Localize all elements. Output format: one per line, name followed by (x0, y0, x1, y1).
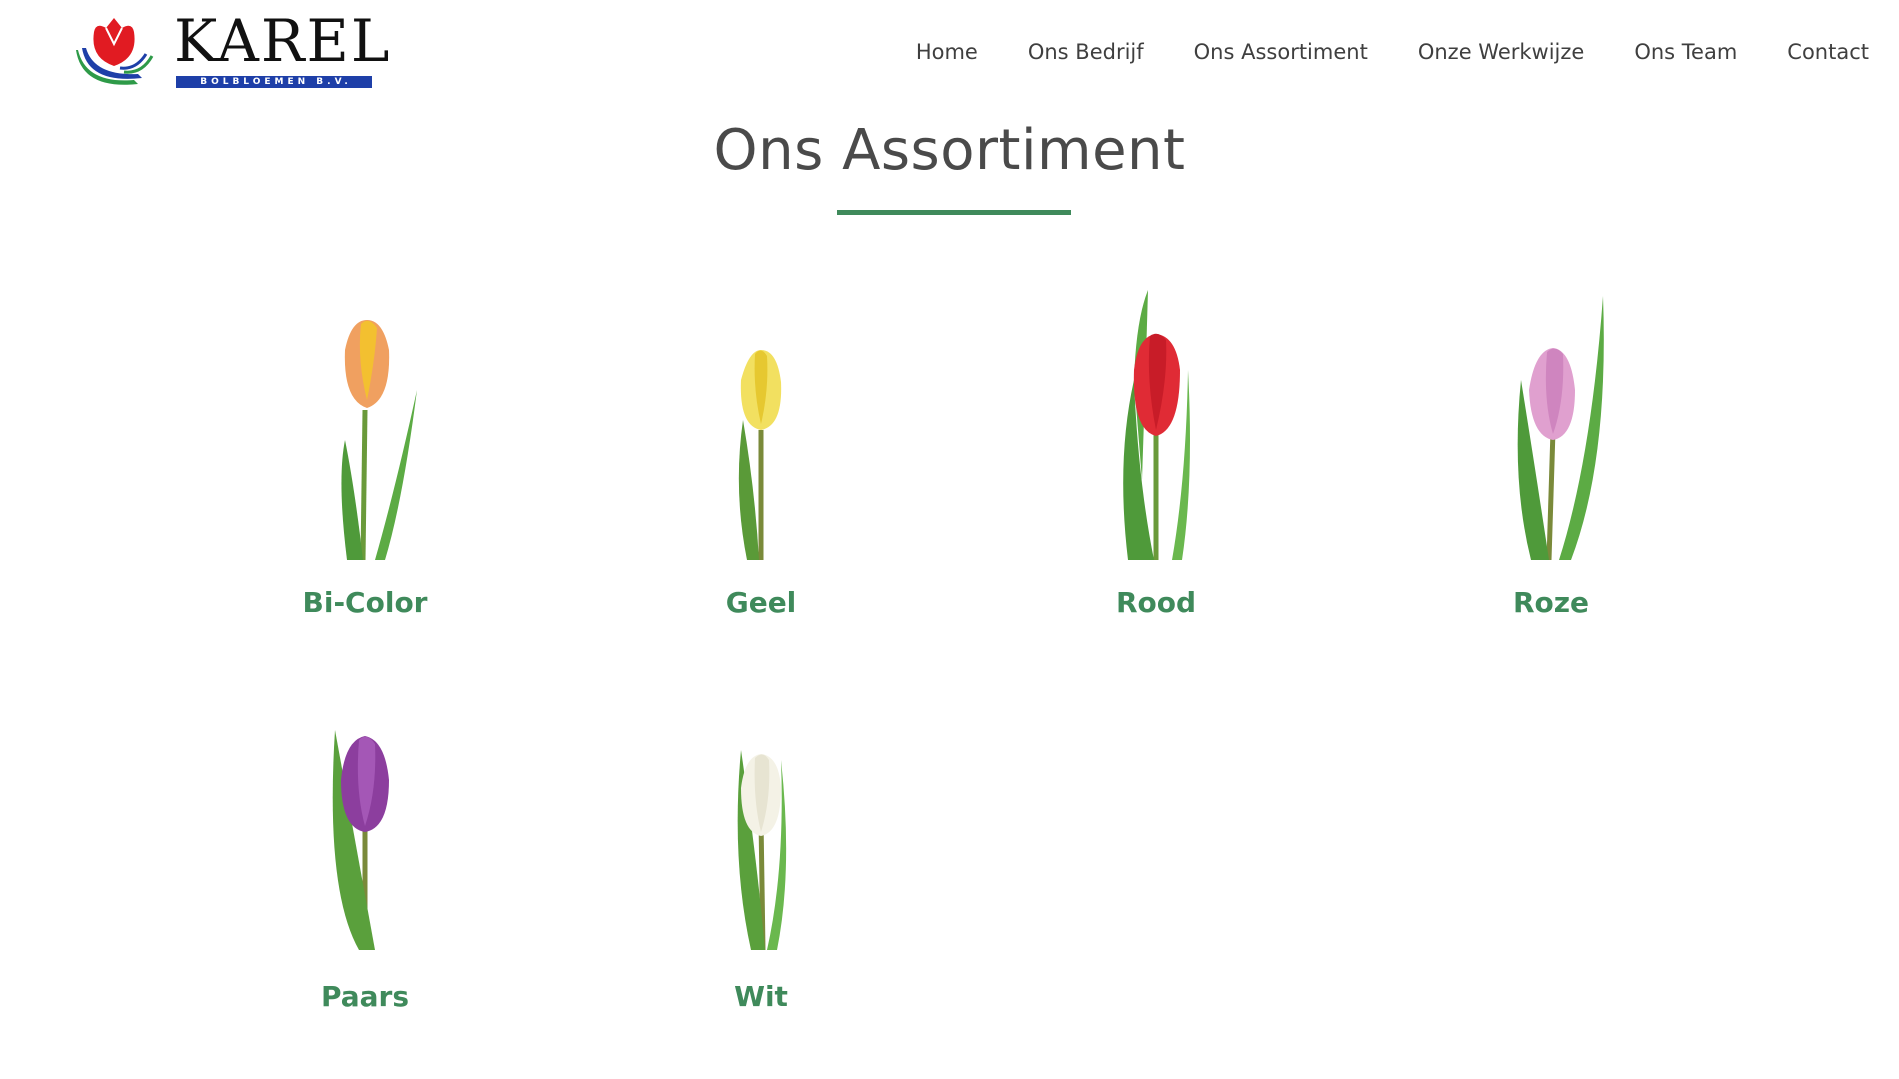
main-nav: Home Ons Bedrijf Ons Assortiment Onze We… (866, 40, 1869, 64)
nav-ons-team[interactable]: Ons Team (1634, 40, 1737, 64)
nav-ons-bedrijf[interactable]: Ons Bedrijf (1028, 40, 1144, 64)
tulip-pink-image (1371, 280, 1731, 560)
nav-home[interactable]: Home (916, 40, 978, 64)
tulip-bicolor-image (185, 290, 545, 560)
title-divider (837, 210, 1071, 215)
nav-contact[interactable]: Contact (1787, 40, 1869, 64)
product-label: Paars (320, 980, 410, 1013)
nav-ons-assortiment[interactable]: Ons Assortiment (1194, 40, 1368, 64)
nav-onze-werkwijze[interactable]: Onze Werkwijze (1418, 40, 1585, 64)
product-label: Wit (734, 980, 788, 1013)
site-header: KAREL BOLBLOEMEN B.V. Home Ons Bedrijf O… (0, 0, 1899, 110)
tulip-red-image (976, 280, 1336, 560)
product-label: Rood (1115, 586, 1197, 619)
logo-subtitle: BOLBLOEMEN B.V. (200, 77, 352, 87)
page-title: Ons Assortiment (713, 118, 1186, 183)
tulip-purple-image (185, 720, 545, 950)
tulip-white-image (581, 720, 941, 950)
product-label: Roze (1512, 586, 1590, 619)
logo-wordmark: KAREL (174, 7, 392, 75)
product-label: Geel (725, 586, 797, 619)
karel-logo[interactable]: KAREL BOLBLOEMEN B.V. (76, 7, 389, 90)
product-label: Bi-Color (302, 586, 428, 619)
tulip-yellow-image (581, 290, 941, 560)
